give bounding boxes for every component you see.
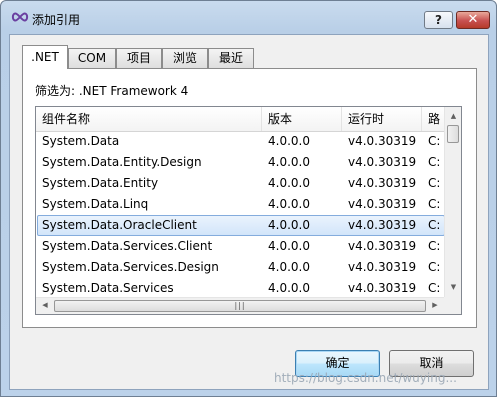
close-button[interactable]: ✕: [456, 11, 490, 29]
cell-version: 4.0.0.0: [268, 260, 310, 274]
cell-name: System.Data: [42, 134, 120, 148]
add-reference-dialog: 添加引用 ? ✕ .NET COM 项目 浏览 最近 筛选为: .NET Fra…: [0, 0, 497, 397]
vertical-scroll-thumb[interactable]: [447, 125, 459, 143]
scroll-down-arrow-icon[interactable]: ▼: [446, 279, 461, 295]
cell-path: C:: [428, 176, 441, 190]
cell-runtime: v4.0.30319: [348, 239, 417, 253]
list-row[interactable]: System.Data.Services 4.0.0.0 v4.0.30319 …: [36, 278, 444, 299]
column-header-path[interactable]: 路: [422, 107, 444, 131]
cell-runtime: v4.0.30319: [348, 134, 417, 148]
cell-path: C:: [428, 197, 441, 211]
column-header-name[interactable]: 组件名称: [36, 107, 262, 131]
column-header-version[interactable]: 版本: [262, 107, 342, 131]
cell-name: System.Data.Services.Client: [42, 239, 213, 253]
tab-projects[interactable]: 项目: [116, 48, 162, 68]
infinity-icon: [11, 12, 29, 22]
dialog-client-area: .NET COM 项目 浏览 最近 筛选为: .NET Framework 4 …: [9, 34, 489, 390]
grip-icon: |||: [234, 301, 246, 310]
cell-name: System.Data.OracleClient: [42, 218, 197, 232]
cell-path: C:: [428, 281, 441, 295]
cell-path: C:: [428, 239, 441, 253]
cell-path: C:: [428, 260, 441, 274]
cell-version: 4.0.0.0: [268, 218, 310, 232]
cell-version: 4.0.0.0: [268, 197, 310, 211]
horizontal-scroll-thumb[interactable]: |||: [54, 300, 426, 312]
list-row[interactable]: System.Data.Services.Design 4.0.0.0 v4.0…: [36, 257, 444, 278]
scrollbar-corner: [444, 297, 461, 314]
list-row-selected[interactable]: System.Data.OracleClient 4.0.0.0 v4.0.30…: [36, 215, 445, 236]
scroll-left-arrow-icon[interactable]: ◀: [37, 298, 53, 313]
cell-name: System.Data.Services.Design: [42, 260, 219, 274]
cell-path: C:: [428, 155, 441, 169]
list-row[interactable]: System.Data 4.0.0.0 v4.0.30319 C:: [36, 131, 444, 152]
cell-name: System.Data.Entity.Design: [42, 155, 202, 169]
cell-version: 4.0.0.0: [268, 176, 310, 190]
cell-version: 4.0.0.0: [268, 239, 310, 253]
list-row[interactable]: System.Data.Linq 4.0.0.0 v4.0.30319 C:: [36, 194, 444, 215]
cell-runtime: v4.0.30319: [348, 155, 417, 169]
tab-panel: 筛选为: .NET Framework 4 组件名称 版本 运行时 路 Syst…: [22, 68, 477, 328]
cell-name: System.Data.Entity: [42, 176, 159, 190]
window-title: 添加引用: [32, 13, 81, 27]
cell-runtime: v4.0.30319: [348, 260, 417, 274]
tab-com[interactable]: COM: [68, 48, 116, 68]
horizontal-scrollbar[interactable]: ◀ ||| ▶: [36, 297, 444, 314]
cell-runtime: v4.0.30319: [348, 218, 417, 232]
cell-path: C:: [428, 134, 441, 148]
cell-path: C:: [428, 218, 441, 232]
component-list[interactable]: 组件名称 版本 运行时 路 System.Data 4.0.0.0 v4.0.3…: [35, 106, 462, 315]
cell-version: 4.0.0.0: [268, 134, 310, 148]
cell-name: System.Data.Services: [42, 281, 174, 295]
list-row[interactable]: System.Data.Entity 4.0.0.0 v4.0.30319 C:: [36, 173, 444, 194]
scroll-up-arrow-icon[interactable]: ▲: [446, 108, 461, 124]
watermark-text: https://blog.csdn.net/wuying...: [274, 371, 457, 385]
filter-label: 筛选为: .NET Framework 4: [35, 84, 189, 98]
cell-version: 4.0.0.0: [268, 281, 310, 295]
cell-runtime: v4.0.30319: [348, 197, 417, 211]
tab-browse[interactable]: 浏览: [162, 48, 208, 68]
cell-runtime: v4.0.30319: [348, 281, 417, 295]
title-bar[interactable]: 添加引用 ? ✕: [1, 1, 496, 35]
cell-version: 4.0.0.0: [268, 155, 310, 169]
list-row[interactable]: System.Data.Entity.Design 4.0.0.0 v4.0.3…: [36, 152, 444, 173]
tab-recent[interactable]: 最近: [208, 48, 254, 68]
list-header: 组件名称 版本 运行时 路: [36, 107, 444, 132]
help-button[interactable]: ?: [424, 11, 453, 29]
column-header-runtime[interactable]: 运行时: [342, 107, 422, 131]
list-row[interactable]: System.Data.Services.Client 4.0.0.0 v4.0…: [36, 236, 444, 257]
scroll-right-arrow-icon[interactable]: ▶: [427, 298, 443, 313]
vertical-scrollbar[interactable]: ▲ ▼: [444, 107, 461, 297]
tab-net[interactable]: .NET: [22, 45, 68, 69]
cell-name: System.Data.Linq: [42, 197, 149, 211]
cell-runtime: v4.0.30319: [348, 176, 417, 190]
